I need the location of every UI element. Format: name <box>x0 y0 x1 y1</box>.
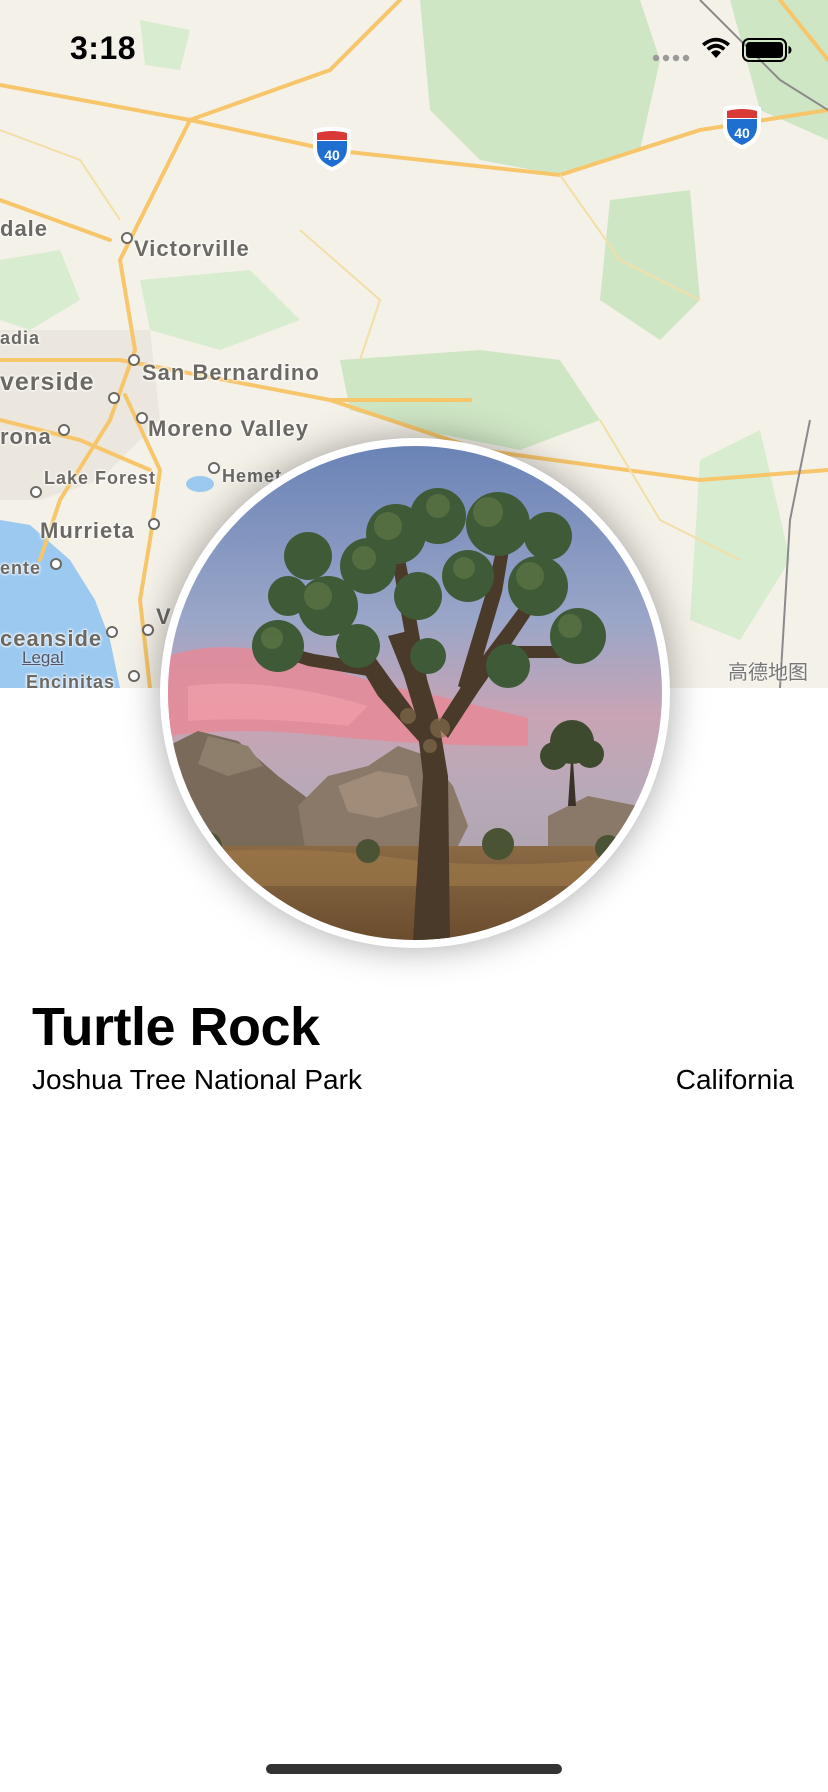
home-indicator[interactable] <box>266 1764 562 1774</box>
city-dot <box>108 392 120 404</box>
landmark-title: Turtle Rock <box>32 997 320 1057</box>
landmark-image-frame <box>160 438 670 948</box>
map-label-adia: adia <box>0 328 41 348</box>
city-dot <box>128 354 140 366</box>
map-label-encinitas: Encinitas <box>26 672 116 688</box>
city-dot <box>142 624 154 636</box>
city-dot <box>148 518 160 530</box>
city-dot <box>208 462 220 474</box>
status-bar: 3:18 <box>0 0 828 96</box>
status-time: 3:18 <box>70 30 137 66</box>
interstate-40-icon: 40 <box>313 127 351 172</box>
interstate-40-icon: 40 <box>723 105 761 150</box>
city-dot <box>58 424 70 436</box>
map-label-san-bernardino: San Bernardino <box>142 360 320 385</box>
city-dot <box>50 558 62 570</box>
map-label-dale: dale <box>0 216 49 241</box>
wifi-icon <box>702 37 730 58</box>
map-label-murrieta: Murrieta <box>40 518 135 543</box>
landmark-image <box>168 446 662 940</box>
city-dot <box>128 670 140 682</box>
map-label-riverside: verside <box>0 368 95 396</box>
map-label-lake-forest: Lake Forest <box>44 468 157 488</box>
map-brand-label: 高德地图 <box>728 662 808 684</box>
map-label-ente: ente <box>0 558 42 578</box>
map-legal-link[interactable]: Legal <box>22 648 64 668</box>
city-dot <box>121 232 133 244</box>
landmark-state: California <box>675 1064 794 1095</box>
map-label-corona: rona <box>0 424 52 449</box>
city-dot <box>106 626 118 638</box>
city-dot <box>136 412 148 424</box>
svg-text:40: 40 <box>734 125 750 141</box>
cellular-signal-icon <box>652 54 690 62</box>
landmark-park: Joshua Tree National Park <box>32 1064 362 1095</box>
svg-text:40: 40 <box>324 147 340 163</box>
city-dot <box>30 486 42 498</box>
battery-icon <box>742 38 792 62</box>
map-label-victorville: Victorville <box>134 236 250 261</box>
map-label-moreno-valley: Moreno Valley <box>148 416 309 441</box>
